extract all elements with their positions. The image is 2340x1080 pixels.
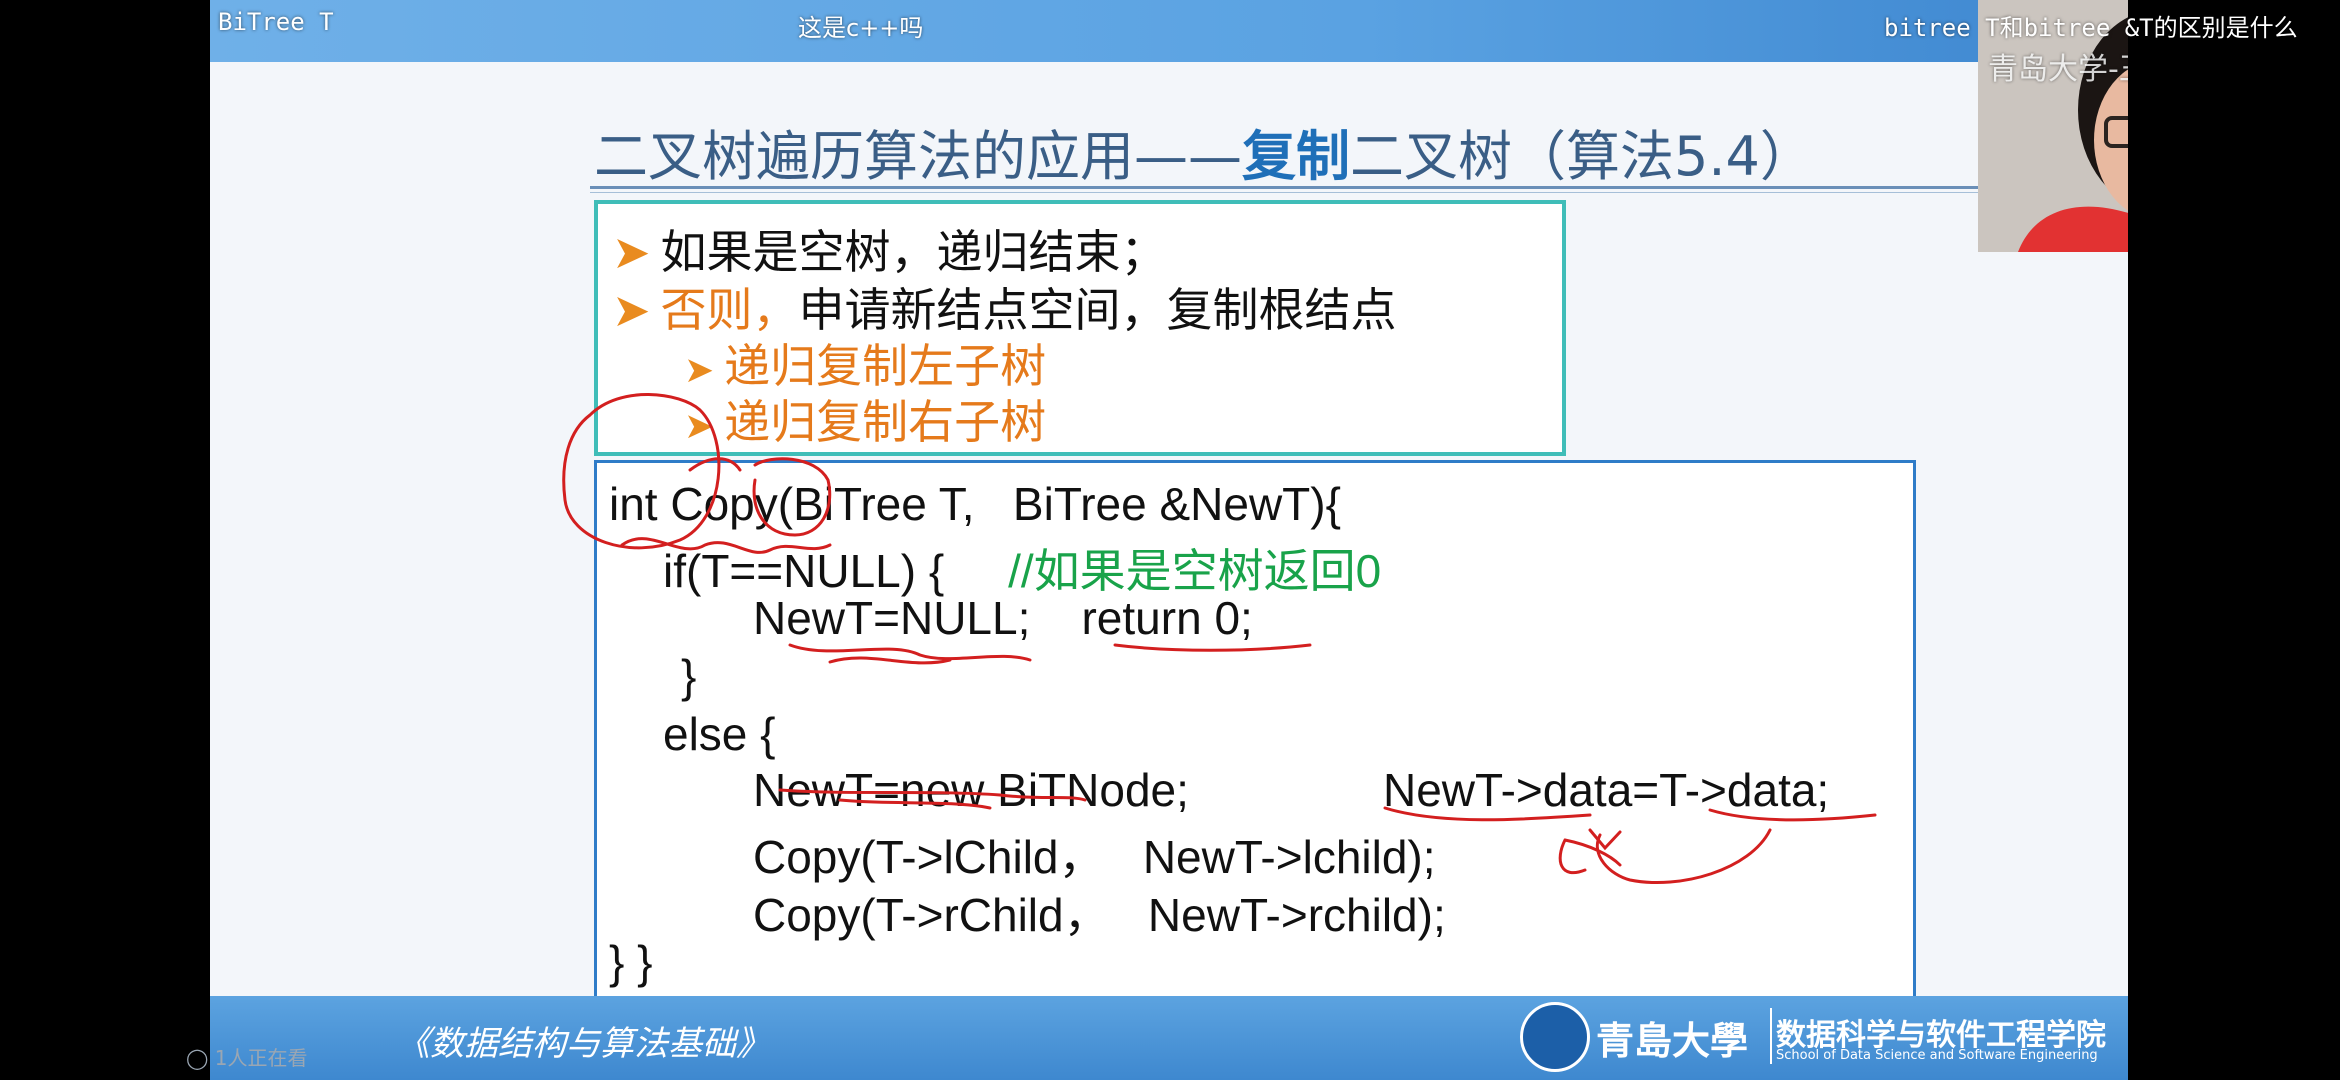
viewer-count: ◯ 1人正在看 bbox=[186, 1046, 308, 1070]
danmaku-comment: bitree T和bitree &T的区别是什么 bbox=[1884, 14, 2298, 42]
red-annotation-strokes bbox=[562, 393, 1877, 885]
watermark: 青岛大学-王卓 bbox=[1988, 52, 2128, 87]
footer-divider bbox=[1770, 1008, 1772, 1064]
danmaku-comment: BiTree T bbox=[218, 8, 334, 36]
footer-school-en: School of Data Science and Software Engi… bbox=[1776, 1048, 2098, 1063]
footer-university-name: 青島大學 bbox=[1596, 1018, 1749, 1063]
video-frame[interactable]: 二叉树遍历算法的应用——复制二叉树（算法5.4） ➤ 如果是空树，递归结束； ➤ 否… bbox=[210, 0, 2128, 1080]
university-logo-icon bbox=[1520, 1002, 1590, 1072]
slide-footer: 《数据结构与算法基础》 青島大學 数据科学与软件工程学院 School of D… bbox=[210, 996, 2128, 1080]
footer-book-title: 《数据结构与算法基础》 bbox=[396, 1024, 770, 1064]
viewer-icon: ◯ bbox=[186, 1046, 209, 1070]
danmaku-comment: 这是c++吗 bbox=[798, 14, 924, 42]
